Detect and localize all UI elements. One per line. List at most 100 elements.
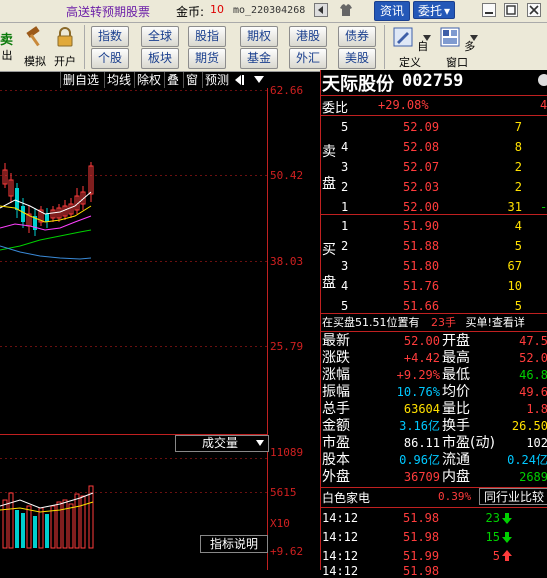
divider (320, 331, 547, 332)
volume-bar (45, 514, 49, 548)
top-bar: 高送转预期股票 金币: 10 mo_220304268 资讯 委托 ▾ (0, 0, 547, 23)
tab-remove-watchlist[interactable]: 删自选 (60, 72, 101, 88)
simulate-tool[interactable]: 模拟 (20, 25, 50, 69)
news-button[interactable]: 资讯 (374, 1, 410, 21)
market-button-options[interactable]: 期权 (240, 26, 278, 47)
order-alert[interactable]: 在买盘51.51位置有 23手 买单!查看详 (322, 315, 525, 331)
buy-level-row[interactable]: 1 51.90 4 (322, 217, 547, 235)
stat-row: 股本 0.96亿 流通 0.24亿 (322, 452, 547, 469)
stat-row: 外盘 36709 内盘 2689 (322, 469, 547, 486)
stat-value: 47.5 (519, 334, 547, 348)
level-volume: 2 (514, 180, 522, 194)
market-button-futures[interactable]: 期货 (188, 48, 226, 69)
tab-moving-average[interactable]: 均线 (104, 72, 133, 88)
divider (320, 95, 547, 96)
chevron-down-icon (256, 440, 264, 446)
tab-window[interactable]: 窗 (183, 72, 200, 88)
sell-level-row[interactable]: 2 52.03 2 (322, 178, 547, 196)
volume-axis-label: X10 (270, 517, 290, 530)
industry-compare-button[interactable]: 同行业比较 (479, 488, 547, 505)
indicator-help-button[interactable]: 指标说明 (200, 535, 268, 553)
stat-row: 涨幅 +9.29% 最低 46.8 (322, 367, 547, 384)
multi-window-tool[interactable]: 多窗口 (437, 25, 477, 69)
trade-button-label: 委托 (418, 4, 443, 18)
tab-ex-rights[interactable]: 除权 (134, 72, 163, 88)
level-number: 3 (341, 160, 349, 174)
sector-change: 0.39% (438, 490, 472, 503)
down-arrow-icon (502, 513, 512, 524)
weibi-value: +29.08% (378, 98, 429, 112)
tab-forecast[interactable]: 预测 (202, 72, 231, 88)
info-icon[interactable] (537, 73, 547, 87)
tick-time: 14:12 (322, 511, 359, 525)
back-icon[interactable] (314, 3, 328, 17)
market-button-us[interactable]: 美股 (338, 48, 376, 69)
price-axis-label: 50.42 (270, 169, 304, 182)
gold-label: 金币: (176, 5, 205, 19)
tick-price: 51.98 (403, 564, 440, 578)
market-button-hk[interactable]: 港股 (289, 26, 327, 47)
custom-tool[interactable]: 自定义 (390, 25, 430, 69)
stat-row: 最新 52.00 开盘 47.5 (322, 333, 547, 350)
stat-label: 市盈 (322, 435, 350, 451)
level-volume: 2 (514, 160, 522, 174)
market-button-stocks[interactable]: 个股 (91, 48, 129, 69)
close-icon[interactable] (527, 3, 541, 17)
market-button-stock-index[interactable]: 股指 (188, 26, 226, 47)
sell-level-row[interactable]: 5 52.09 7 (322, 118, 547, 136)
stat-label: 总手 (322, 401, 350, 417)
stat-row: 振幅 10.76% 均价 49.6 (322, 384, 547, 401)
order-alert-link[interactable]: 查看详 (492, 316, 525, 329)
down-arrow-icon (502, 532, 512, 543)
market-button-bonds[interactable]: 债券 (338, 26, 376, 47)
volume-axis-label: 5615 (270, 486, 297, 499)
stat-label: 振幅 (322, 384, 350, 400)
market-button-funds[interactable]: 基金 (240, 48, 278, 69)
chevron-down-icon[interactable] (254, 76, 264, 84)
tick-row: 14:12 51.98 15 (322, 528, 547, 546)
level-price: 52.08 (403, 140, 440, 154)
market-button-sectors[interactable]: 板块 (141, 48, 179, 69)
stat-value: 36709 (403, 470, 440, 484)
stat-value: 49.6 (519, 385, 547, 399)
stat-label: 最低 (442, 367, 470, 383)
buy-level-row[interactable]: 4 51.76 10 (322, 277, 547, 295)
tab-overlay[interactable]: 叠 (164, 72, 181, 88)
tick-volume: 5 (492, 549, 500, 563)
sell-level-row[interactable]: 4 52.08 8 (322, 138, 547, 156)
volume-bar (26, 505, 32, 549)
stat-value: 86.11 (403, 436, 440, 450)
stat-label: 内盘 (442, 469, 470, 485)
toggle-panel-icon[interactable] (234, 74, 248, 86)
divider (320, 507, 547, 508)
market-button-forex[interactable]: 外汇 (289, 48, 327, 69)
stat-row: 金额 3.16亿 换手 26.50 (322, 418, 547, 435)
chevron-down-icon[interactable] (470, 35, 478, 41)
stat-row: 涨跌 +4.42 最高 52.0 (322, 350, 547, 367)
market-button-global[interactable]: 全球 (141, 26, 179, 47)
buy-level-row[interactable]: 2 51.88 5 (322, 237, 547, 255)
order-alert-text: 在买盘51.51位置有 (322, 316, 420, 329)
sell-level-row[interactable]: 3 52.07 2 (322, 158, 547, 176)
stat-value: 3.16亿 (399, 419, 440, 433)
minimize-icon[interactable] (482, 3, 496, 17)
stat-label: 流通 (442, 452, 470, 468)
maximize-icon[interactable] (504, 3, 518, 17)
simulate-tool-label: 模拟 (24, 55, 46, 68)
volume-bar (50, 505, 56, 549)
volume-indicator-select[interactable]: 成交量 (175, 435, 269, 452)
sell-tool[interactable]: 出 (0, 47, 22, 67)
trade-button[interactable]: 委托 ▾ (413, 1, 455, 19)
promo-link[interactable]: 高送转预期股票 (66, 3, 150, 20)
volume-bar (33, 516, 37, 548)
market-button-index[interactable]: 指数 (91, 26, 129, 47)
gold-value: 10 (210, 3, 224, 16)
chevron-down-icon[interactable] (423, 35, 431, 41)
open-account-tool[interactable]: 开户 (50, 25, 80, 69)
sector-name[interactable]: 白色家电 (322, 489, 370, 506)
stat-label: 量比 (442, 401, 470, 417)
hammer-icon (26, 26, 40, 47)
buy-level-row[interactable]: 3 51.80 67 (322, 257, 547, 275)
candle (15, 188, 19, 210)
shirt-icon[interactable] (339, 3, 353, 17)
